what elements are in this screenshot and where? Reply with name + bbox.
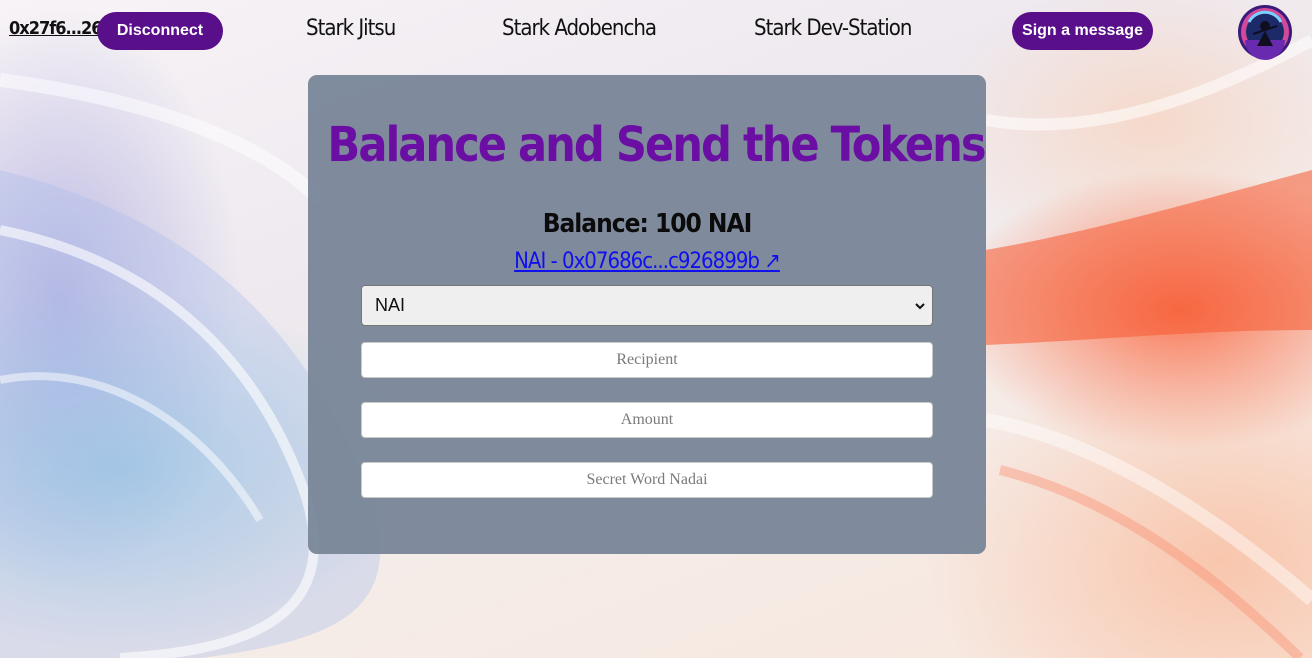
token-select[interactable]: NAI (361, 285, 933, 326)
nav-link-stark-jitsu[interactable]: Stark Jitsu (306, 16, 396, 41)
page-title: Balance and Send the Tokens (327, 117, 986, 173)
token-select-value: NAI (375, 295, 406, 315)
balance-text: Balance: 100 NAI (542, 209, 753, 239)
nav-link-stark-adobencha[interactable]: Stark Adobencha (502, 16, 657, 41)
sign-message-button[interactable]: Sign a message (1012, 12, 1153, 50)
wallet-address-link[interactable]: 0x27f6...26 (9, 18, 103, 39)
token-contract-link[interactable]: NAI - 0x07686c...c926899b ↗ (308, 246, 986, 278)
nav-link-stark-dev-station[interactable]: Stark Dev-Station (754, 16, 912, 41)
disconnect-button[interactable]: Disconnect (97, 12, 223, 50)
ninja-logo-icon[interactable] (1237, 4, 1293, 60)
secret-word-input[interactable] (361, 462, 933, 498)
chevron-down-icon (915, 303, 925, 310)
amount-input[interactable] (361, 402, 933, 438)
top-navigation: 0x27f6...26 Disconnect Stark Jitsu Stark… (0, 0, 1312, 62)
recipient-input[interactable] (361, 342, 933, 378)
